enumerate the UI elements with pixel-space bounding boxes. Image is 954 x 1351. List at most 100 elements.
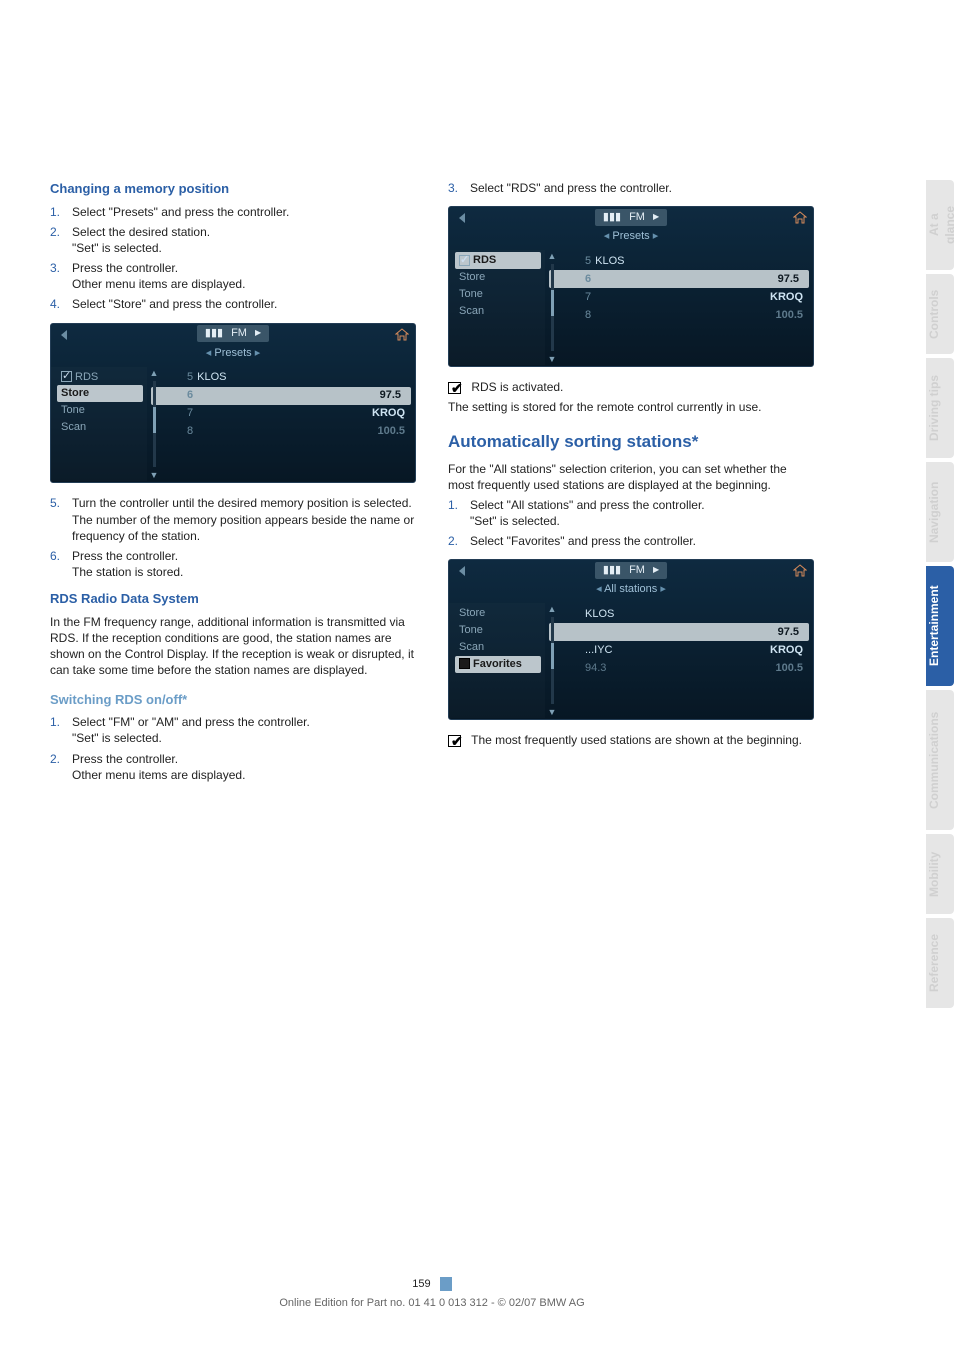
page-number: 159 [412,1278,430,1290]
step-number: 3. [448,180,470,196]
home-icon [793,564,807,578]
auto-sort-note-text: The most frequently used stations are sh… [471,733,802,747]
step-body: Select "All stations" and press the cont… [470,497,814,529]
display-scrollbar[interactable]: ▲▼ [147,367,161,482]
edition-line: Online Edition for Part no. 01 41 0 013 … [0,1296,864,1311]
step-number: 2. [50,751,72,783]
step-number: 6. [50,548,72,580]
display-menu-item-tone[interactable]: Tone [455,286,545,303]
body-rds-system: In the FM frequency range, additional in… [50,614,416,679]
display-station-row[interactable]: KLOS [545,605,813,623]
display-station-row[interactable]: 5KLOS [147,369,415,387]
step-number: 4. [50,296,72,312]
body-auto-sort: For the "All stations" selection criteri… [448,461,814,493]
display-menu-item-scan[interactable]: Scan [455,639,545,656]
side-tab-reference[interactable]: Reference [926,918,954,1008]
heading-auto-sort: Automatically sorting stations* [448,431,814,452]
side-tab-controls[interactable]: Controls [926,274,954,354]
side-tab-mobility[interactable]: Mobility [926,834,954,914]
display-menu-item-rds[interactable]: RDS [455,252,541,269]
page-marker-icon [440,1277,452,1291]
heading-switching-rds: Switching RDS on/off* [50,691,416,709]
rds-activated-note: RDS is activated. [448,379,814,395]
display-station-row[interactable]: 8100.5 [147,423,415,441]
step-number: 1. [50,204,72,220]
step-number: 5. [50,495,72,544]
step-body: Turn the controller until the desired me… [72,495,416,544]
display-station-row[interactable]: 5KLOS [545,252,813,270]
display-menu-item-store[interactable]: Store [455,269,545,286]
step-body: Press the controller.Other menu items ar… [72,260,416,292]
auto-sort-note: The most frequently used stations are sh… [448,732,814,748]
step-body: Select the desired station."Set" is sele… [72,224,416,256]
home-icon [395,328,409,342]
side-tab-entertainment[interactable]: Entertainment [926,566,954,686]
steps-changing-memory: 1.Select "Presets" and press the control… [50,204,416,313]
checkbox-filled-icon [459,658,470,669]
display-station-row[interactable]: 7KROQ [545,288,813,306]
home-icon [793,211,807,225]
display-menu-item-scan[interactable]: Scan [57,419,147,436]
steps-switching-rds-3: 3.Select "RDS" and press the controller. [448,180,814,196]
side-tab-communications[interactable]: Communications [926,690,954,830]
display-station-row[interactable]: 7KROQ [147,405,415,423]
display-all-stations-favorites: ▮▮▮FM▶◂ All stations ▸StoreToneScanFavor… [448,559,814,720]
side-tab-navigation[interactable]: Navigation [926,462,954,562]
step-body: Select "FM" or "AM" and press the contro… [72,714,416,746]
steps-changing-memory-after: 5.Turn the controller until the desired … [50,495,416,580]
step-number: 1. [448,497,470,529]
display-station-list: ▲▼KLOS97.5...IYCKROQ94.3100.5 [545,603,813,718]
rds-stored-note: The setting is stored for the remote con… [448,399,814,415]
steps-switching-rds-12: 1.Select "FM" or "AM" and press the cont… [50,714,416,783]
steps-auto-sort: 1.Select "All stations" and press the co… [448,497,814,550]
display-menu-item-favorites[interactable]: Favorites [455,656,541,673]
side-tab-at-a-glance[interactable]: At a glance [926,180,954,270]
checkbox-checked-icon [448,735,464,747]
display-station-row[interactable]: ...IYCKROQ [545,641,813,659]
display-station-row[interactable]: 697.5 [151,387,411,405]
display-submenu: ◂ All stations ▸ [449,580,813,603]
step-body: Select "Store" and press the controller. [72,296,416,312]
display-scrollbar[interactable]: ▲▼ [545,250,559,365]
display-menu-item-tone[interactable]: Tone [455,622,545,639]
display-left-menu: StoreToneScanFavorites [449,603,545,718]
display-station-row[interactable]: 697.5 [549,270,809,288]
heading-changing-memory: Changing a memory position [50,180,416,198]
page-footer: 159 Online Edition for Part no. 01 41 0 … [0,1277,864,1311]
display-menu-item-store[interactable]: Store [455,605,545,622]
heading-rds-system: RDS Radio Data System [50,590,416,608]
step-body: Press the controller.Other menu items ar… [72,751,416,783]
display-left-menu: RDSStoreToneScan [449,250,545,365]
checkbox-checked-icon [448,382,464,394]
band-indicator: ▮▮▮FM▶ [595,562,667,579]
display-station-list: ▲▼5KLOS697.57KROQ8100.5 [545,250,813,365]
step-body: Select "Presets" and press the controlle… [72,204,416,220]
step-number: 2. [50,224,72,256]
checkbox-checked-icon [61,371,72,382]
display-presets-store: ▮▮▮FM▶◂ Presets ▸RDSStoreToneScan▲▼5KLOS… [50,323,416,484]
side-tabs: At a glance Controls Driving tips Navigatio… [864,0,954,1351]
display-station-row[interactable]: 94.3100.5 [545,659,813,677]
display-station-row[interactable]: 8100.5 [545,306,813,324]
display-station-list: ▲▼5KLOS697.57KROQ8100.5 [147,367,415,482]
band-indicator: ▮▮▮FM▶ [595,209,667,226]
display-menu-item-store[interactable]: Store [57,385,143,402]
display-menu-item-scan[interactable]: Scan [455,303,545,320]
step-number: 3. [50,260,72,292]
checkbox-checked-icon [459,255,470,266]
step-body: Select "RDS" and press the controller. [470,180,814,196]
step-number: 1. [50,714,72,746]
display-submenu: ◂ Presets ▸ [51,344,415,367]
nav-left-icon [455,564,469,578]
rds-activated-text: RDS is activated. [471,380,563,394]
band-indicator: ▮▮▮FM▶ [197,325,269,342]
nav-left-icon [57,328,71,342]
display-submenu: ◂ Presets ▸ [449,227,813,250]
display-left-menu: RDSStoreToneScan [51,367,147,482]
display-station-row[interactable]: 97.5 [549,623,809,641]
side-tab-driving-tips[interactable]: Driving tips [926,358,954,458]
display-scrollbar[interactable]: ▲▼ [545,603,559,718]
display-menu-item-rds[interactable]: RDS [57,369,147,386]
display-presets-rds: ▮▮▮FM▶◂ Presets ▸RDSStoreToneScan▲▼5KLOS… [448,206,814,367]
display-menu-item-tone[interactable]: Tone [57,402,147,419]
